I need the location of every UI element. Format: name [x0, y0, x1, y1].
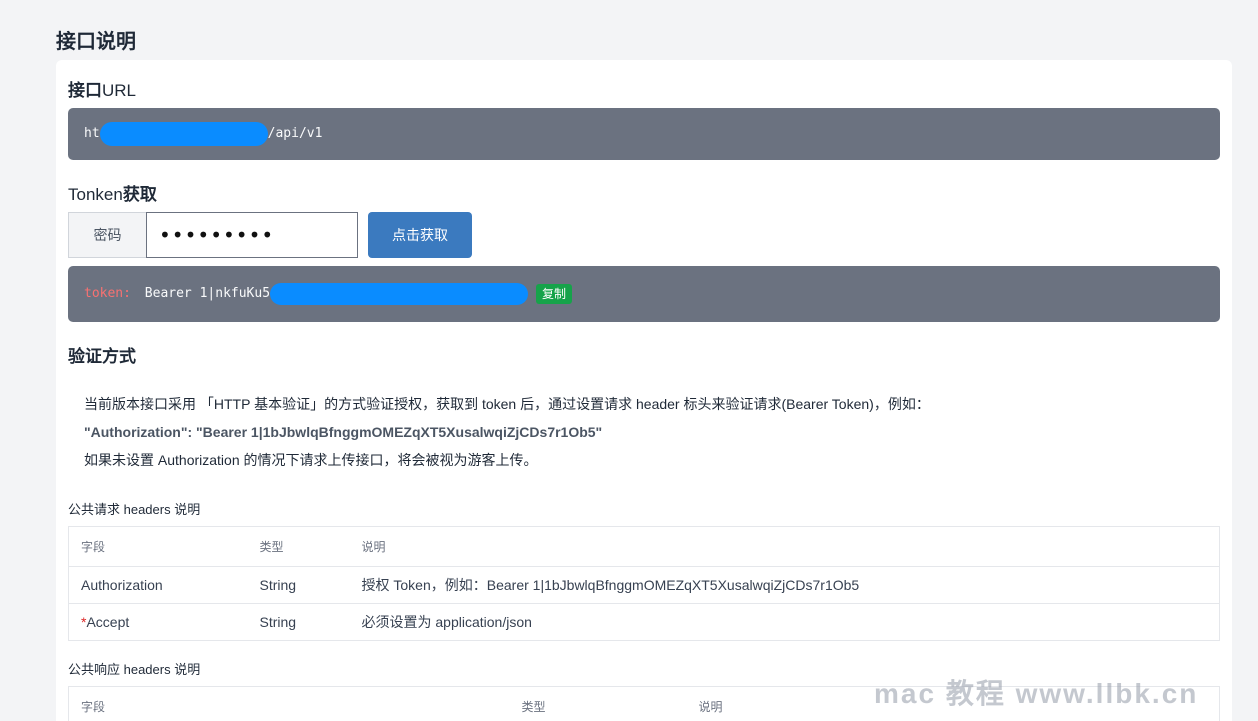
request-headers-title: 公共请求 headers 说明	[68, 502, 201, 517]
url-prefix: ht	[84, 126, 100, 141]
auth-description: 当前版本接口采用 「HTTP 基本验证」的方式验证授权，获取到 token 后，…	[84, 390, 930, 474]
token-value: Bearer 1|nkfuKu5	[144, 286, 271, 301]
col-type: 类型	[509, 686, 687, 721]
auth-section-title: 验证方式	[68, 347, 136, 366]
content-card: 接口URL ht/api/v1 Tonken获取 密码 点击获取 token: …	[56, 60, 1232, 721]
col-desc: 说明	[349, 526, 1220, 567]
auth-line-3: 如果未设置 Authorization 的情况下请求上传接口，将会被视为游客上传…	[84, 452, 538, 468]
redacted-token	[270, 282, 529, 305]
token-key: token:	[84, 286, 131, 301]
request-headers-table: 字段 类型 说明 Authorization String 授权 Token，例…	[68, 526, 1220, 641]
cell-field: *Accept	[68, 603, 248, 641]
copy-button[interactable]: 复制	[536, 283, 573, 304]
password-input[interactable]	[146, 212, 358, 258]
url-section-title: 接口URL	[68, 76, 136, 101]
table-row: *Accept String 必须设置为 application/json	[68, 603, 1220, 641]
table-header-row: 字段 类型 说明	[68, 526, 1220, 567]
col-type: 类型	[247, 526, 350, 567]
token-section-title: Tonken获取	[68, 180, 157, 205]
url-title-cn: 接口	[68, 81, 102, 100]
col-field: 字段	[68, 526, 248, 567]
token-title-en: Tonken	[68, 185, 123, 204]
auth-example: "Authorization": "Bearer 1|1bJbwlqBfnggm…	[84, 424, 603, 440]
get-token-button[interactable]: 点击获取	[368, 212, 472, 258]
token-title-cn: 获取	[122, 185, 157, 204]
token-block[interactable]: token: Bearer 1|nkfuKu5 复制	[68, 266, 1220, 322]
password-label: 密码	[68, 212, 146, 258]
redacted-url-host	[99, 121, 268, 146]
watermark: mac 教程 www.llbk.cn	[874, 678, 1199, 709]
col-field: 字段	[68, 686, 510, 721]
auth-line-1: 当前版本接口采用 「HTTP 基本验证」的方式验证授权，获取到 token 后，…	[84, 396, 930, 412]
cell-field-text: Accept	[86, 614, 130, 630]
cell-field: Authorization	[68, 566, 248, 604]
api-url-block[interactable]: ht/api/v1	[68, 108, 1220, 160]
url-title-en: URL	[102, 81, 137, 100]
table-row: Authorization String 授权 Token，例如：Bearer …	[68, 566, 1220, 604]
cell-type: String	[247, 566, 350, 604]
cell-type: String	[247, 603, 350, 641]
url-suffix: /api/v1	[267, 126, 323, 141]
page-title: 接口说明	[56, 31, 136, 53]
cell-desc: 必须设置为 application/json	[349, 603, 1220, 641]
cell-desc: 授权 Token，例如：Bearer 1|1bJbwlqBfnggmOMEZqX…	[349, 566, 1220, 604]
response-headers-title: 公共响应 headers 说明	[68, 662, 201, 677]
